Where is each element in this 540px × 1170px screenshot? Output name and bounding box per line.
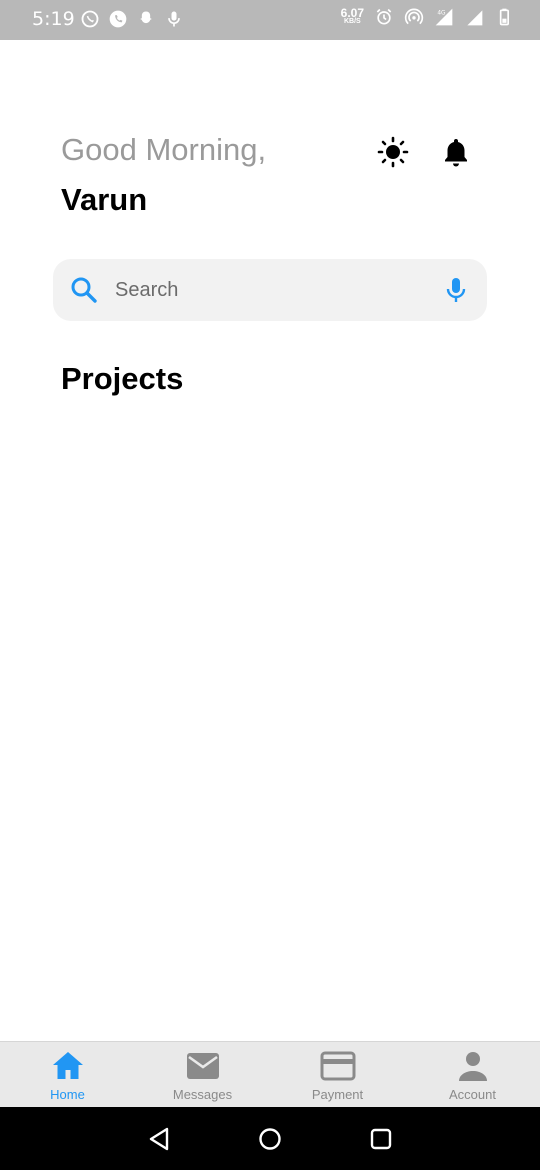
battery-icon xyxy=(499,8,509,26)
nav-item-messages[interactable]: Messages xyxy=(135,1042,270,1107)
status-bar: 5:19 6.07 KB/S 4G xyxy=(0,0,540,40)
alarm-icon xyxy=(376,8,392,25)
microphone-icon xyxy=(168,11,180,27)
search-bar[interactable] xyxy=(53,259,487,321)
notifications-button[interactable] xyxy=(437,133,475,171)
bell-icon xyxy=(445,139,467,167)
hotspot-icon xyxy=(404,8,424,25)
svg-text:4G: 4G xyxy=(437,11,446,17)
signal-icon xyxy=(467,10,483,26)
greeting-text: Good Morning, xyxy=(61,132,267,167)
user-name: Varun xyxy=(61,182,148,217)
nav-item-account[interactable]: Account xyxy=(405,1042,540,1107)
back-icon[interactable] xyxy=(146,1126,172,1152)
net-speed-unit: KB/S xyxy=(343,18,361,25)
projects-title: Projects xyxy=(61,361,184,396)
status-right-icons: 6.07 KB/S 4G xyxy=(341,7,514,27)
bottom-navigation: Home Messages Payment Account xyxy=(0,1041,540,1107)
system-navigation-bar xyxy=(0,1107,540,1170)
nav-label-messages: Messages xyxy=(172,1087,233,1102)
phone-icon xyxy=(109,10,127,28)
snapchat-icon xyxy=(140,11,152,24)
home-circle-icon[interactable] xyxy=(257,1126,283,1152)
microphone-icon[interactable] xyxy=(441,275,471,305)
nav-label-account: Account xyxy=(449,1087,496,1102)
net-speed: 6.07 KB/S xyxy=(341,7,364,26)
person-icon xyxy=(458,1052,487,1081)
credit-card-icon xyxy=(320,1051,355,1081)
search-icon[interactable] xyxy=(69,275,99,305)
home-icon xyxy=(52,1052,83,1079)
mail-icon xyxy=(186,1053,219,1079)
status-time: 5:19 xyxy=(32,8,75,30)
theme-toggle-button[interactable] xyxy=(374,133,412,171)
nav-item-payment[interactable]: Payment xyxy=(270,1042,405,1107)
nav-item-home[interactable]: Home xyxy=(0,1042,135,1107)
nav-label-payment: Payment xyxy=(311,1087,364,1102)
signal-4g-icon: 4G xyxy=(435,8,453,26)
status-left-icons xyxy=(80,9,184,29)
sun-icon xyxy=(377,136,409,168)
nav-label-home: Home xyxy=(50,1087,85,1102)
search-input[interactable] xyxy=(115,271,415,309)
recents-icon[interactable] xyxy=(368,1126,394,1152)
whatsapp-icon xyxy=(81,10,99,28)
